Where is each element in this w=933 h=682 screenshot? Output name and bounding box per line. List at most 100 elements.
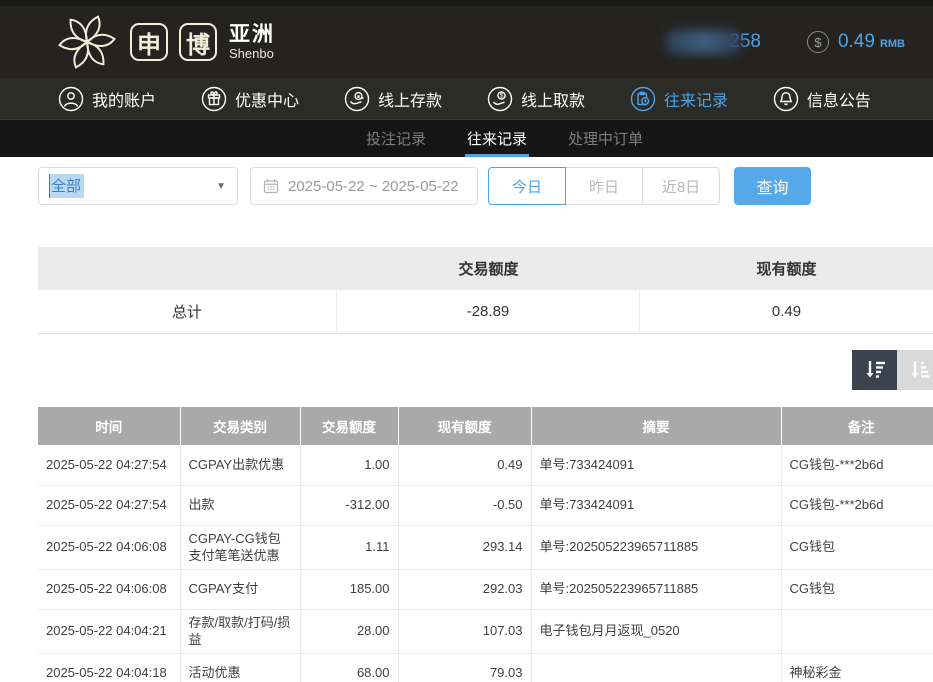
table-row: 2025-05-22 04:06:08 CGPAY-CG钱包支付笔笔送优惠 1.… (38, 525, 933, 569)
cell-category: 出款 (180, 485, 300, 525)
cell-amount: 185.00 (300, 569, 398, 609)
tab-bet-records[interactable]: 投注记录 (364, 120, 428, 157)
nav-item-my-account[interactable]: 我的账户 (58, 86, 156, 112)
records-header-row: 时间 交易类别 交易额度 现有额度 摘要 备注 (38, 407, 933, 445)
cell-category: 存款/取款/打码/损益 (180, 609, 300, 653)
site-header: 申 博 亚洲 Shenbo 258 $ 0.49 RMB (0, 6, 933, 78)
cell-note: CG钱包 (781, 569, 933, 609)
summary-header-transaction: 交易额度 (337, 258, 640, 279)
nav-item-withdraw[interactable]: $ 线上取款 (487, 86, 585, 112)
bell-icon (773, 86, 799, 112)
cell-time: 2025-05-22 04:06:08 (38, 525, 180, 569)
sort-ascending-button[interactable] (897, 350, 933, 390)
account-blurred (665, 30, 743, 54)
cell-summary: 单号:202505223965711885 (531, 525, 781, 569)
cell-note: 神秘彩金 (781, 653, 933, 682)
date-range-value: 2025-05-22 ~ 2025-05-22 (288, 178, 459, 195)
nav-item-records[interactable]: 往来记录 (630, 86, 728, 112)
nav-label: 优惠中心 (235, 87, 299, 111)
dollar-icon: $ (807, 31, 829, 53)
user-icon (58, 86, 84, 112)
summary-total-label: 总计 (38, 290, 337, 333)
cell-time: 2025-05-22 04:04:21 (38, 609, 180, 653)
today-button[interactable]: 今日 (488, 167, 566, 205)
col-header-category: 交易类别 (180, 407, 300, 445)
tab-transaction-records[interactable]: 往来记录 (465, 120, 529, 157)
tab-pending-orders[interactable]: 处理中订单 (566, 120, 645, 157)
table-row: 2025-05-22 04:27:54 CGPAY出款优惠 1.00 0.49 … (38, 445, 933, 485)
tab-label: 处理中订单 (568, 128, 643, 149)
date-range-input[interactable]: 2025-05-22 ~ 2025-05-22 (250, 167, 478, 205)
logo-region-cn: 亚洲 (229, 24, 275, 45)
nav-label: 线上取款 (521, 87, 585, 111)
calendar-icon (263, 178, 279, 194)
col-header-summary: 摘要 (531, 407, 781, 445)
chevron-down-icon: ▼ (216, 181, 226, 192)
summary-total-row: 总计 -28.89 0.49 (38, 290, 933, 334)
logo-region: 亚洲 Shenbo (229, 24, 275, 60)
records-icon (630, 86, 656, 112)
last-8-days-button[interactable]: 近8日 (642, 167, 720, 205)
cell-time: 2025-05-22 04:27:54 (38, 445, 180, 485)
nav-label: 往来记录 (664, 87, 728, 111)
nav-item-deposit[interactable]: 线上存款 (344, 86, 442, 112)
nav-label: 我的账户 (92, 87, 156, 111)
search-button[interactable]: 查询 (734, 167, 811, 205)
cell-note: CG钱包 (781, 525, 933, 569)
gift-icon (201, 86, 227, 112)
cell-summary (531, 653, 781, 682)
withdraw-icon: $ (487, 86, 513, 112)
summary-header-row: 交易额度 现有额度 (38, 247, 933, 290)
account-number[interactable]: 258 (665, 30, 761, 54)
cell-category: CGPAY出款优惠 (180, 445, 300, 485)
cell-balance: 292.03 (398, 569, 531, 609)
balance-currency: RMB (880, 34, 905, 50)
nav-item-announcements[interactable]: 信息公告 (773, 86, 871, 112)
summary-table: 交易额度 现有额度 总计 -28.89 0.49 (38, 247, 933, 334)
cell-summary: 电子钱包月月返现_0520 (531, 609, 781, 653)
cell-balance: 79.03 (398, 653, 531, 682)
table-row: 2025-05-22 04:04:18 活动优惠 68.00 79.03 神秘彩… (38, 653, 933, 682)
nav-label: 信息公告 (807, 87, 871, 111)
cell-balance: 293.14 (398, 525, 531, 569)
sub-nav: 投注记录 往来记录 处理中订单 (0, 120, 933, 157)
cell-amount: 1.00 (300, 445, 398, 485)
table-row: 2025-05-22 04:06:08 CGPAY支付 185.00 292.0… (38, 569, 933, 609)
cell-balance: 107.03 (398, 609, 531, 653)
yesterday-button[interactable]: 昨日 (565, 167, 643, 205)
svg-text:$: $ (500, 92, 504, 99)
balance[interactable]: $ 0.49 RMB (807, 31, 905, 53)
col-header-amount: 交易额度 (300, 407, 398, 445)
cell-time: 2025-05-22 04:06:08 (38, 569, 180, 609)
cell-note: CG钱包-***2b6d (781, 445, 933, 485)
nav-label: 线上存款 (378, 87, 442, 111)
cell-amount: 68.00 (300, 653, 398, 682)
sort-row (38, 350, 933, 390)
cell-category: 活动优惠 (180, 653, 300, 682)
cell-note: CG钱包-***2b6d (781, 485, 933, 525)
cell-time: 2025-05-22 04:27:54 (38, 485, 180, 525)
active-tab-underline (465, 154, 529, 157)
tab-label: 往来记录 (467, 128, 527, 149)
cell-time: 2025-05-22 04:04:18 (38, 653, 180, 682)
flower-logo-icon (55, 11, 119, 73)
cell-amount: -312.00 (300, 485, 398, 525)
records-table: 时间 交易类别 交易额度 现有额度 摘要 备注 2025-05-22 04:27… (38, 407, 933, 682)
cell-balance: -0.50 (398, 485, 531, 525)
filter-row: 全部 ▼ 2025-05-22 ~ 2025-05-22 今日 昨日 近8日 查… (38, 167, 933, 205)
col-header-time: 时间 (38, 407, 180, 445)
summary-balance-total: 0.49 (640, 290, 933, 333)
category-select[interactable]: 全部 ▼ (38, 167, 238, 205)
cell-summary: 单号:202505223965711885 (531, 569, 781, 609)
logo[interactable]: 申 博 亚洲 Shenbo (55, 11, 275, 73)
cell-category: CGPAY-CG钱包支付笔笔送优惠 (180, 525, 300, 569)
sort-ascending-icon (907, 357, 933, 383)
cell-amount: 28.00 (300, 609, 398, 653)
nav-item-promotions[interactable]: 优惠中心 (201, 86, 299, 112)
category-select-value: 全部 (49, 174, 84, 198)
logo-char-bo: 博 (179, 23, 217, 61)
logo-char-shen: 申 (130, 23, 168, 61)
sort-descending-button[interactable] (852, 350, 897, 390)
summary-header-balance: 现有额度 (640, 258, 933, 279)
quick-date-group: 今日 昨日 近8日 (488, 167, 720, 205)
